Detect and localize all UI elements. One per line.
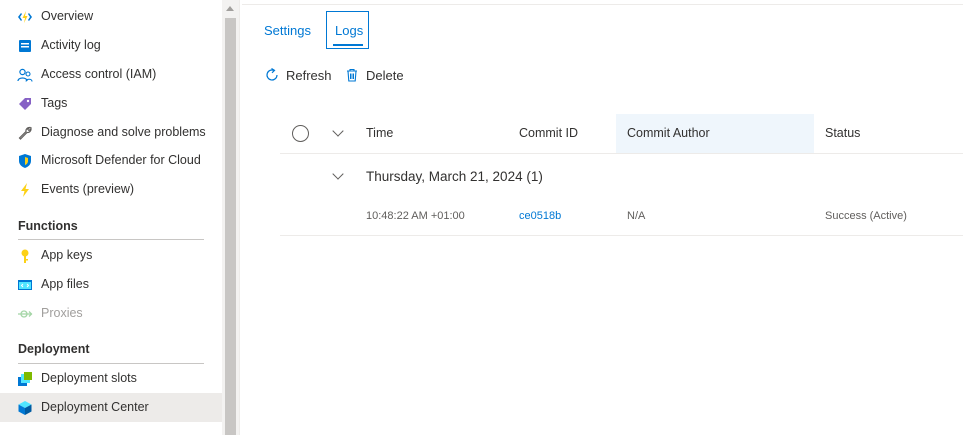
sidebar-item-events[interactable]: Events (preview) bbox=[0, 175, 222, 204]
lightning-icon bbox=[21, 183, 29, 197]
sidebar-item-access-control[interactable]: Access control (IAM) bbox=[0, 60, 222, 89]
column-header-time[interactable]: Time bbox=[366, 126, 393, 140]
scroll-up-arrow-icon[interactable] bbox=[226, 6, 234, 11]
cell-commit-author: N/A bbox=[627, 210, 646, 222]
sidebar-item-tags[interactable]: Tags bbox=[0, 89, 222, 118]
group-label: Thursday, March 21, 2024 (1) bbox=[366, 169, 543, 184]
table-header: Time Commit ID Commit Author Status bbox=[280, 114, 963, 154]
key-icon bbox=[21, 249, 29, 263]
deployment-slots-icon bbox=[18, 372, 32, 386]
proxy-icon bbox=[18, 310, 33, 318]
activity-log-icon bbox=[19, 40, 31, 52]
sidebar-item-label: Proxies bbox=[41, 306, 83, 320]
section-divider bbox=[18, 239, 204, 240]
cube-icon bbox=[18, 401, 32, 415]
column-header-commit-id[interactable]: Commit ID bbox=[519, 126, 578, 140]
tab-logs-label: Logs bbox=[335, 23, 364, 38]
sidebar-item-label: Tags bbox=[41, 96, 68, 110]
column-header-commit-author[interactable]: Commit Author bbox=[627, 126, 710, 140]
deployment-center-pane: Settings Logs Refresh Delete Time Commit… bbox=[240, 0, 963, 435]
refresh-button[interactable]: Refresh bbox=[264, 65, 332, 85]
sidebar-item-proxies: Proxies bbox=[0, 299, 222, 328]
tag-icon bbox=[19, 98, 31, 110]
sidebar-item-deployment-slots[interactable]: Deployment slots bbox=[0, 364, 222, 393]
function-app-icon bbox=[18, 11, 32, 23]
sidebar-scrollbar[interactable] bbox=[222, 0, 239, 435]
section-heading-deployment: Deployment bbox=[18, 342, 90, 356]
active-tab-underline bbox=[333, 44, 363, 46]
sidebar-item-label: App files bbox=[41, 277, 89, 291]
wrench-icon bbox=[18, 126, 32, 140]
delete-label: Delete bbox=[366, 67, 404, 83]
tab-settings[interactable]: Settings bbox=[264, 23, 311, 59]
sidebar-item-label: Overview bbox=[41, 9, 94, 23]
sidebar-item-app-files[interactable]: App files bbox=[0, 270, 222, 299]
delete-button[interactable]: Delete bbox=[344, 65, 404, 85]
sidebar-item-label: Deployment slots bbox=[41, 371, 137, 385]
commit-id-link[interactable]: ce0518b bbox=[519, 210, 561, 222]
column-header-status[interactable]: Status bbox=[825, 126, 860, 140]
sidebar-item-diagnose[interactable]: Diagnose and solve problems bbox=[0, 118, 222, 147]
sidebar-item-app-keys[interactable]: App keys bbox=[0, 241, 222, 270]
resource-menu: Overview Activity log Access control (IA… bbox=[0, 0, 222, 435]
collapse-all-chevron-icon[interactable] bbox=[332, 125, 344, 137]
table-row[interactable]: 10:48:22 AM +01:00 ce0518b N/A Success (… bbox=[280, 200, 963, 236]
tab-logs[interactable]: Logs bbox=[326, 11, 369, 49]
refresh-icon bbox=[266, 67, 278, 81]
select-all-checkbox[interactable] bbox=[292, 125, 309, 142]
refresh-label: Refresh bbox=[286, 67, 332, 83]
shield-icon bbox=[19, 154, 31, 168]
sidebar-item-label: Microsoft Defender for Cloud bbox=[41, 153, 201, 167]
cell-status: Success (Active) bbox=[825, 210, 907, 222]
sidebar-item-label: Events (preview) bbox=[41, 182, 135, 196]
sidebar-item-label: Access control (IAM) bbox=[41, 67, 157, 81]
sidebar-item-activity-log[interactable]: Activity log bbox=[0, 31, 222, 60]
people-icon bbox=[17, 68, 33, 82]
sidebar-item-label: App keys bbox=[41, 248, 93, 262]
scrollbar-thumb[interactable] bbox=[225, 18, 236, 435]
code-file-icon bbox=[18, 280, 32, 290]
sidebar-item-overview[interactable]: Overview bbox=[0, 2, 222, 31]
section-heading-functions: Functions bbox=[18, 219, 78, 233]
trash-icon bbox=[347, 68, 357, 82]
group-collapse-chevron-icon[interactable] bbox=[332, 168, 344, 180]
sidebar-item-label: Activity log bbox=[41, 38, 101, 52]
top-divider bbox=[242, 4, 963, 5]
sidebar-item-deployment-center[interactable]: Deployment Center bbox=[0, 393, 222, 422]
sidebar-item-label: Diagnose and solve problems bbox=[41, 125, 206, 139]
group-header-row[interactable]: Thursday, March 21, 2024 (1) bbox=[280, 160, 963, 192]
sidebar-item-defender[interactable]: Microsoft Defender for Cloud bbox=[0, 146, 222, 175]
cell-time: 10:48:22 AM +01:00 bbox=[366, 210, 465, 222]
sidebar-item-label: Deployment Center bbox=[41, 400, 149, 414]
